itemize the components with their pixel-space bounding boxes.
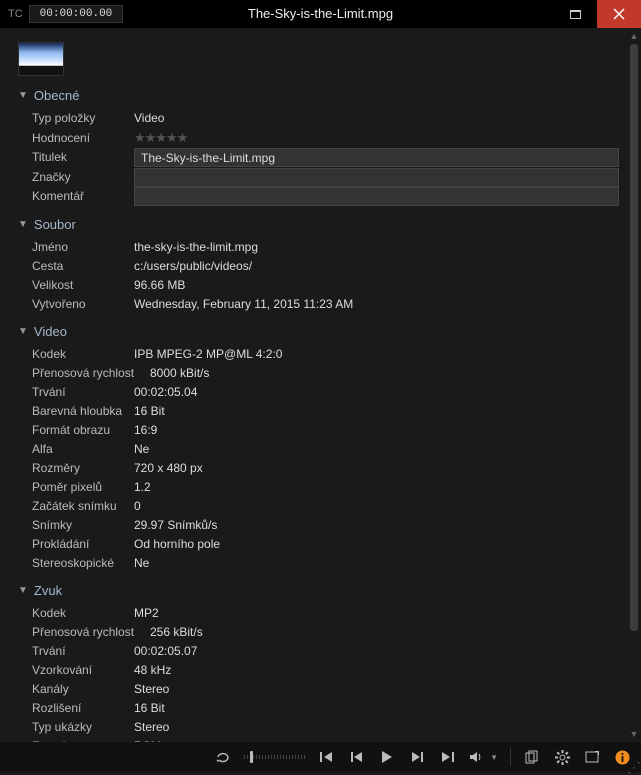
chevron-down-icon: ▼ xyxy=(18,326,28,337)
chevron-down-icon: ▼ xyxy=(18,90,28,101)
loop-icon[interactable] xyxy=(214,748,232,766)
scroll-up-icon[interactable]: ▲ xyxy=(630,28,639,44)
section-title: Video xyxy=(34,324,67,339)
row-title: Titulek xyxy=(18,148,627,168)
row-abitrate: Přenosová rychlost256 kBit/s xyxy=(18,623,627,642)
next-frame-icon[interactable] xyxy=(408,748,426,766)
section-general[interactable]: ▼ Obecné xyxy=(18,88,627,103)
row-par: Poměr pixelů1.2 xyxy=(18,478,627,497)
section-video[interactable]: ▼ Video xyxy=(18,324,627,339)
row-aduration: Trvání00:02:05.07 xyxy=(18,642,627,661)
row-name: Jménothe-sky-is-the-limit.mpg xyxy=(18,238,627,257)
title-input[interactable] xyxy=(134,148,619,167)
row-size: Velikost96.66 MB xyxy=(18,276,627,295)
resize-grip-icon[interactable]: ⋰ xyxy=(627,762,639,772)
fullscreen-icon[interactable] xyxy=(583,748,601,766)
chevron-down-icon[interactable]: ▼ xyxy=(490,753,498,762)
vertical-scrollbar[interactable]: ▲ ▼ xyxy=(627,28,641,742)
go-start-icon[interactable] xyxy=(318,748,336,766)
player-toolbar: ▼ ⋰ xyxy=(0,742,641,772)
row-interlace: ProkládáníOd horního pole xyxy=(18,535,627,554)
row-sample: Vzorkování48 kHz xyxy=(18,661,627,680)
row-tags: Značky xyxy=(18,168,627,188)
row-aspect: Formát obrazu16:9 xyxy=(18,421,627,440)
row-ares: Rozlišení16 Bit xyxy=(18,699,627,718)
row-vduration: Trvání00:02:05.04 xyxy=(18,383,627,402)
row-vcodec: KodekIPB MPEG-2 MP@ML 4:2:0 xyxy=(18,345,627,364)
row-alpha: AlfaNe xyxy=(18,440,627,459)
row-comment: Komentář xyxy=(18,187,627,207)
row-acodec: KodekMP2 xyxy=(18,604,627,623)
section-audio[interactable]: ▼ Zvuk xyxy=(18,583,627,598)
row-dims: Rozměry720 x 480 px xyxy=(18,459,627,478)
scroll-down-icon[interactable]: ▼ xyxy=(630,726,639,742)
close-button[interactable] xyxy=(597,0,641,28)
row-rating: Hodnocení★★★★★ xyxy=(18,128,627,148)
section-title: Soubor xyxy=(34,217,76,232)
row-sampletype: Typ ukázkyStereo xyxy=(18,718,627,737)
row-depth: Barevná hloubka16 Bit xyxy=(18,402,627,421)
gear-icon[interactable] xyxy=(553,748,571,766)
row-fps: Snímky29.97 Snímků/s xyxy=(18,516,627,535)
row-channels: KanályStereo xyxy=(18,680,627,699)
prev-frame-icon[interactable] xyxy=(348,748,366,766)
maximize-button[interactable] xyxy=(553,0,597,28)
timecode-value[interactable]: 00:00:00.00 xyxy=(29,5,124,23)
separator xyxy=(510,748,511,766)
rating-stars[interactable]: ★★★★★ xyxy=(134,128,187,148)
media-thumbnail[interactable] xyxy=(18,42,64,76)
row-stereoscopic: StereoskopickéNe xyxy=(18,554,627,573)
main-panel: ▼ Obecné Typ položkyVideo Hodnocení★★★★★… xyxy=(0,28,641,742)
play-icon[interactable] xyxy=(378,748,396,766)
window-controls xyxy=(553,0,641,28)
properties-scroll: ▼ Obecné Typ položkyVideo Hodnocení★★★★★… xyxy=(0,28,627,742)
row-vbitrate: Přenosová rychlost8000 kBit/s xyxy=(18,364,627,383)
comment-input[interactable] xyxy=(134,187,619,206)
section-title: Zvuk xyxy=(34,583,62,598)
row-created: VytvořenoWednesday, February 11, 2015 11… xyxy=(18,295,627,314)
section-title: Obecné xyxy=(34,88,80,103)
row-type: Typ položkyVideo xyxy=(18,109,627,128)
timecode-label: TC xyxy=(8,8,23,20)
scrollbar-track[interactable] xyxy=(630,44,638,726)
chevron-down-icon: ▼ xyxy=(18,219,28,230)
section-file[interactable]: ▼ Soubor xyxy=(18,217,627,232)
shuttle-slider[interactable] xyxy=(244,754,306,760)
copy-icon[interactable] xyxy=(523,748,541,766)
volume-icon[interactable] xyxy=(468,748,486,766)
go-end-icon[interactable] xyxy=(438,748,456,766)
titlebar: TC 00:00:00.00 The-Sky-is-the-Limit.mpg xyxy=(0,0,641,28)
row-start: Začátek snímku0 xyxy=(18,497,627,516)
scrollbar-thumb[interactable] xyxy=(630,44,638,631)
tags-input[interactable] xyxy=(134,168,619,187)
chevron-down-icon: ▼ xyxy=(18,585,28,596)
row-path: Cestac:/users/public/videos/ xyxy=(18,257,627,276)
